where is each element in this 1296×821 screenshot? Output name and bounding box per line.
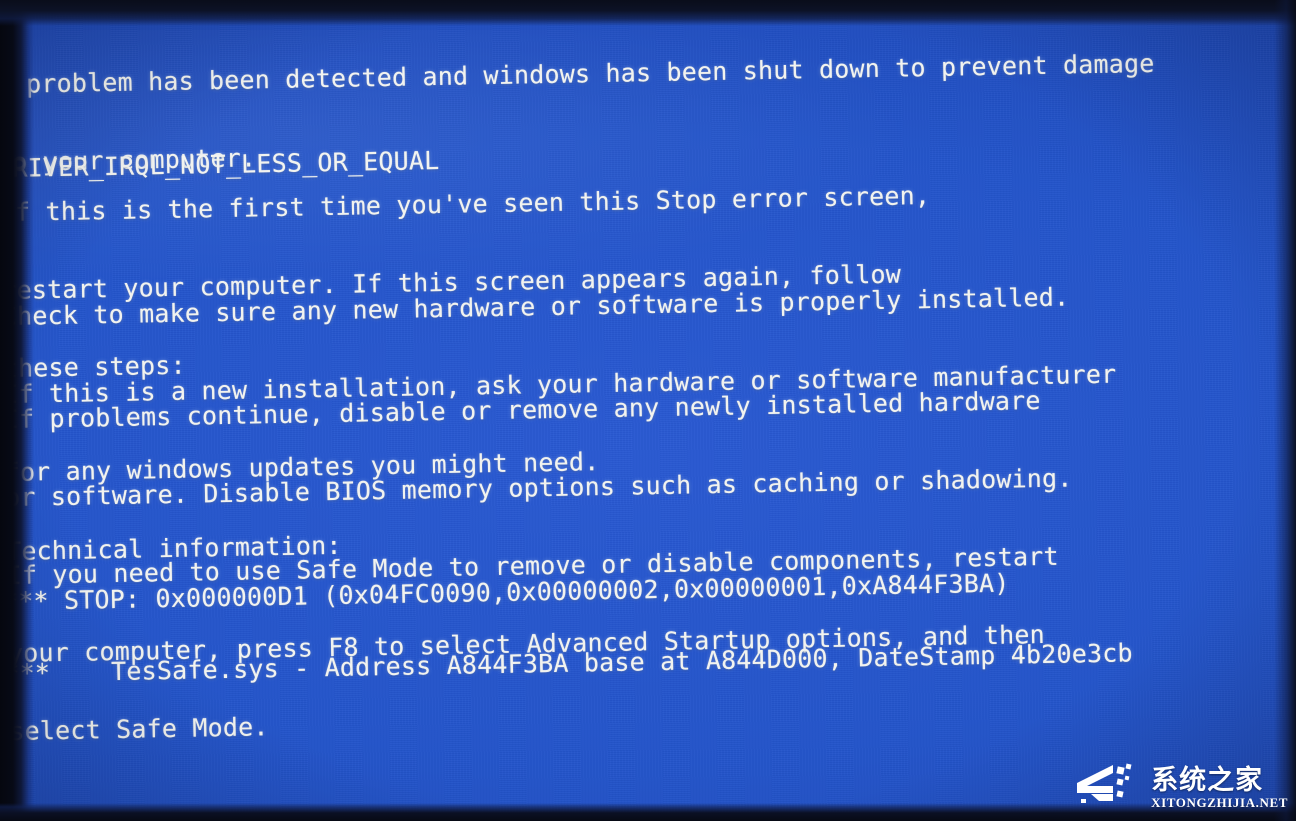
bsod-intro-line-1: A problem has been detected and windows …	[0, 48, 1155, 100]
bsod-driver-line-text: *** TesSafe.sys - Address A844F3BA base …	[4, 638, 1134, 689]
bsod-text-block: A problem has been detected and windows …	[0, 0, 1296, 746]
bsod-check-hardware-line-1: Check to make sure any new hardware or s…	[1, 282, 1070, 332]
bsod-problems-continue-line-1: If problems continue, disable or remove …	[3, 386, 1041, 435]
bsod-first-time-line-1: If this is the first time you've seen th…	[0, 180, 931, 228]
bsod-screen-photo: A problem has been detected and windows …	[0, 0, 1296, 821]
bsod-driver-line: *** TesSafe.sys - Address A844F3BA base …	[3, 588, 1134, 739]
